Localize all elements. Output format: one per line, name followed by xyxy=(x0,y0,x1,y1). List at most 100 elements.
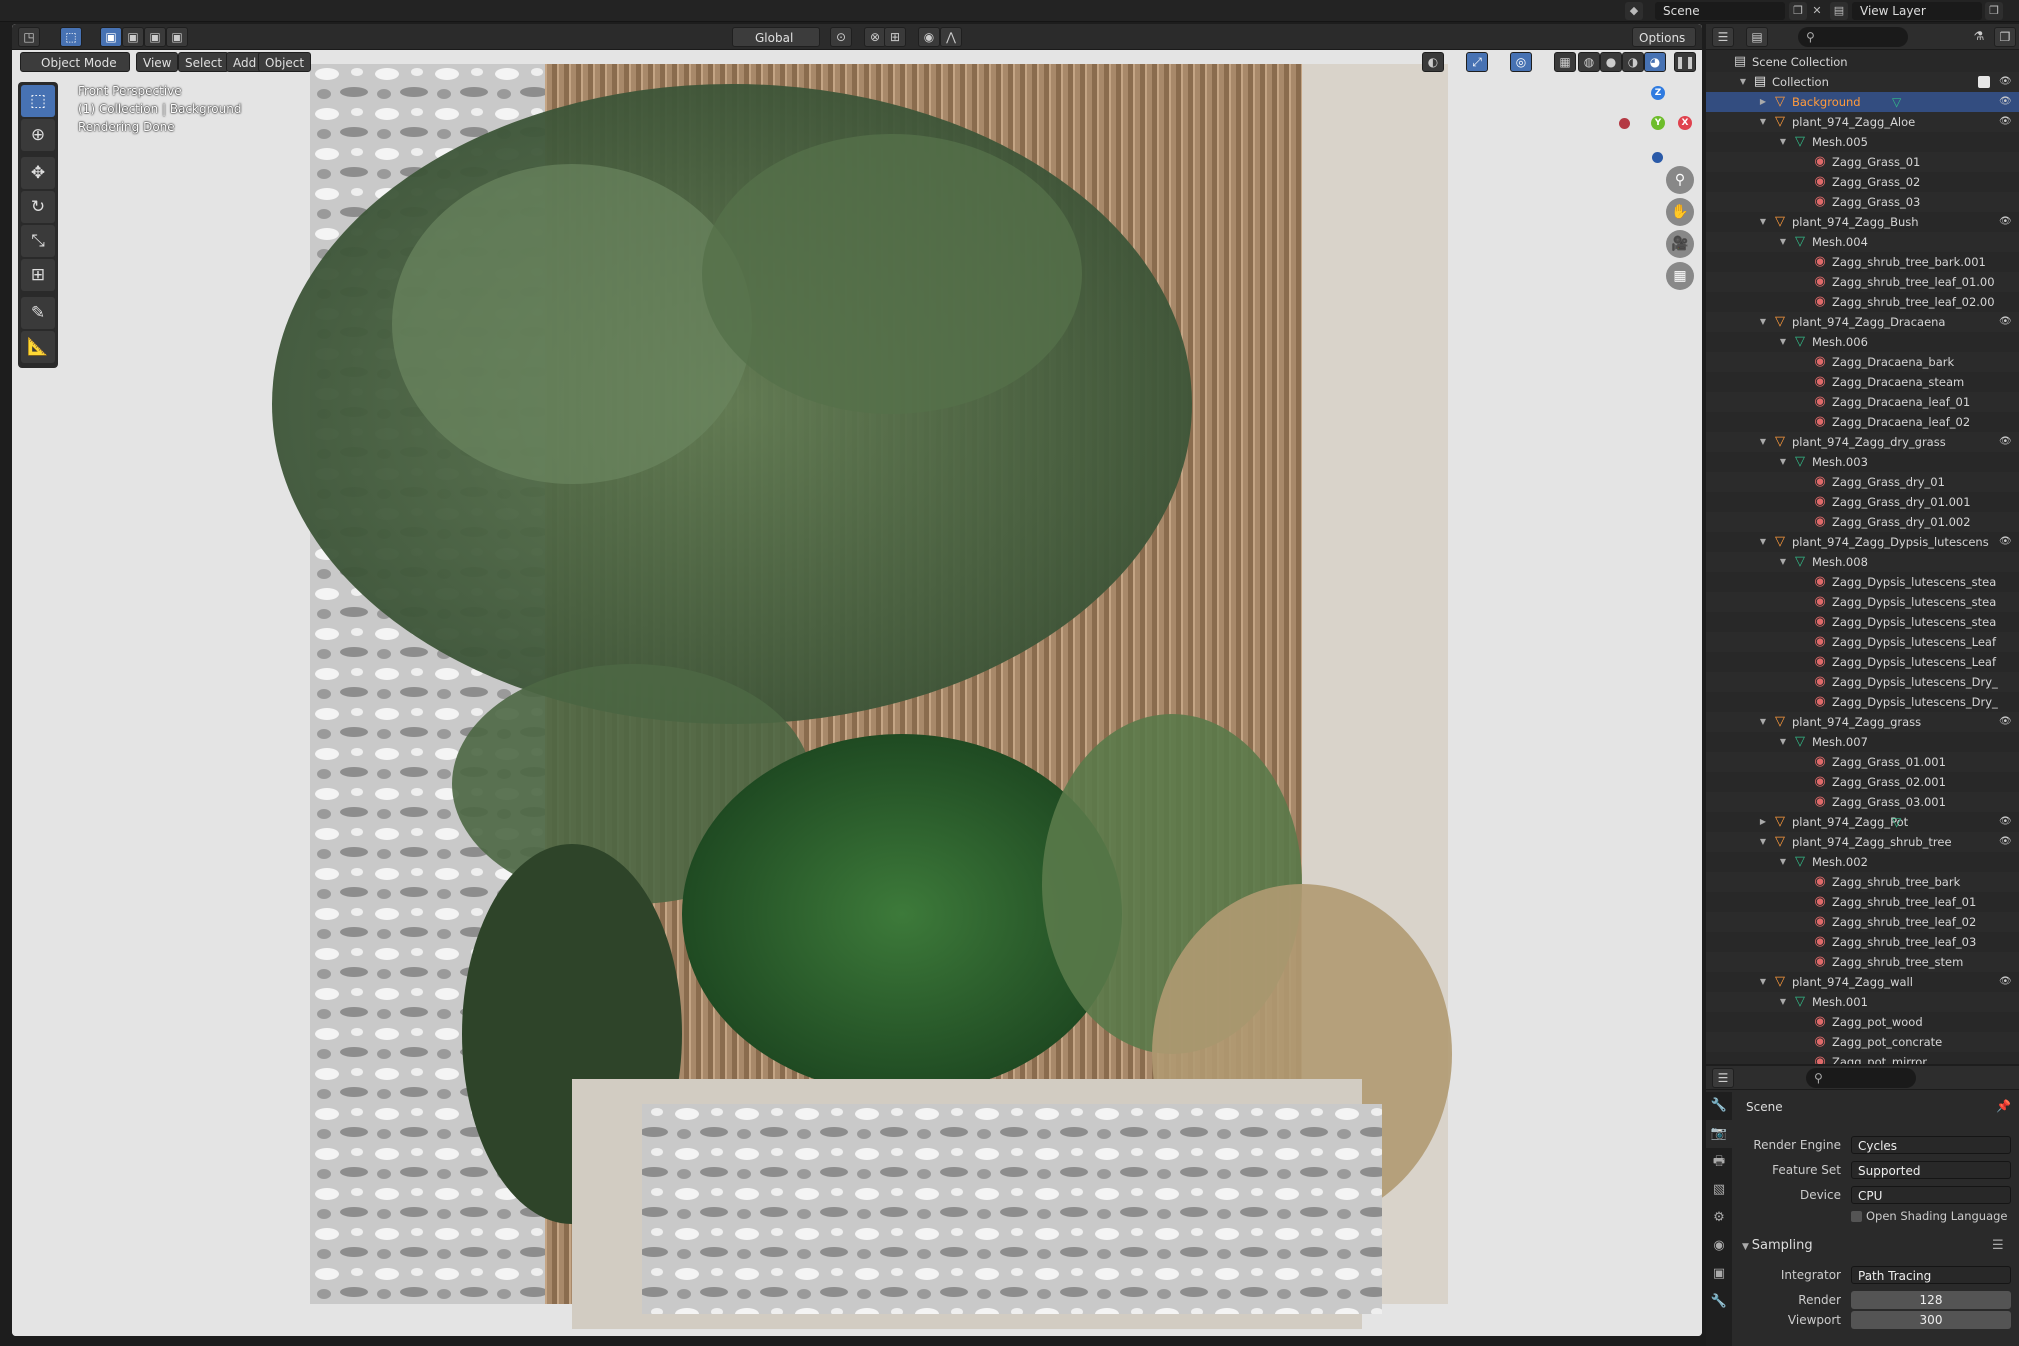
expand-arrow-down-icon[interactable]: ▼ xyxy=(1758,112,1768,132)
outliner-material-row[interactable]: ◉ Zagg_shrub_tree_bark.001 xyxy=(1706,252,2019,272)
outliner-material-row[interactable]: ◉ Zagg_Grass_dry_01.002 xyxy=(1706,512,2019,532)
outliner-material-row[interactable]: ◉ Zagg_Dracaena_steam xyxy=(1706,372,2019,392)
view-layer-tab-icon[interactable]: ▧ xyxy=(1706,1176,1732,1204)
osl-checkbox[interactable] xyxy=(1851,1211,1862,1222)
sampling-panel-header[interactable]: ▼ Sampling ☰ xyxy=(1732,1234,2019,1258)
outliner-material-row[interactable]: ◉ Zagg_Dypsis_lutescens_Leaf xyxy=(1706,652,2019,672)
expand-arrow-down-icon[interactable]: ▼ xyxy=(1778,552,1788,572)
rotate-tool-icon[interactable]: ↻ xyxy=(21,191,55,223)
outliner-object-row[interactable]: ▼ ▽ plant_974_Zagg_Bush 👁 xyxy=(1706,212,2019,232)
outliner-object-row[interactable]: ▶ ▽ Background ▽ 👁 xyxy=(1706,92,2019,112)
outliner-search-input[interactable]: ⚲ xyxy=(1798,27,1908,47)
expand-arrow-down-icon[interactable]: ▼ xyxy=(1778,332,1788,352)
visibility-eye-icon[interactable]: 👁 xyxy=(1999,712,2012,732)
display-mode-icon[interactable]: ▤ xyxy=(1746,27,1768,47)
outliner-object-row[interactable]: ▤ Scene Collection xyxy=(1706,52,2019,72)
outliner-object-row[interactable]: ▼ ▽ plant_974_Zagg_Aloe 👁 xyxy=(1706,112,2019,132)
mode-subtract-icon[interactable]: ▣ xyxy=(144,27,166,47)
new-scene-icon[interactable]: ❐ xyxy=(1789,2,1807,20)
expand-arrow-down-icon[interactable]: ▼ xyxy=(1778,132,1788,152)
outliner-material-row[interactable]: ◉ Zagg_Grass_dry_01.001 xyxy=(1706,492,2019,512)
visibility-eye-icon[interactable]: 👁 xyxy=(1999,832,2012,852)
outliner-material-row[interactable]: ◉ Zagg_shrub_tree_bark xyxy=(1706,872,2019,892)
mode-set-icon[interactable]: ▣ xyxy=(100,27,122,47)
overlay-toggle-icon[interactable]: ◎ xyxy=(1510,52,1532,72)
outliner-material-row[interactable]: ◉ Zagg_shrub_tree_leaf_01 xyxy=(1706,892,2019,912)
exclude-checkbox[interactable] xyxy=(1978,76,1990,88)
ortho-grid-icon[interactable]: ▦ xyxy=(1666,262,1694,290)
expand-arrow-right-icon[interactable]: ▶ xyxy=(1758,812,1768,832)
outliner-object-row[interactable]: ▼ ▽ plant_974_Zagg_dry_grass 👁 xyxy=(1706,432,2019,452)
transform-tool-icon[interactable]: ⊞ xyxy=(21,259,55,291)
outliner-material-row[interactable]: ◉ Zagg_shrub_tree_leaf_02.00 xyxy=(1706,292,2019,312)
outliner-material-row[interactable]: ◉ Zagg_Dypsis_lutescens_Dry_ xyxy=(1706,692,2019,712)
outliner-object-row[interactable]: ▼ ▤ Collection 👁 xyxy=(1706,72,2019,92)
snap-icon[interactable]: ⊗ xyxy=(864,27,886,47)
pin-icon[interactable]: 📌 xyxy=(1996,1099,2011,1113)
expand-arrow-down-icon[interactable]: ▼ xyxy=(1758,972,1768,992)
filter-icon[interactable]: ⚗ xyxy=(1968,27,1990,47)
tool-tab-icon[interactable]: 🔧 xyxy=(1706,1092,1732,1120)
outliner-material-row[interactable]: ◉ Zagg_pot_wood xyxy=(1706,1012,2019,1032)
outliner-material-row[interactable]: ◉ Zagg_shrub_tree_stem xyxy=(1706,952,2019,972)
integrator-dropdown[interactable]: Path Tracing xyxy=(1851,1266,2011,1284)
solid-shading-icon[interactable]: ● xyxy=(1600,52,1622,72)
expand-arrow-right-icon[interactable]: ▶ xyxy=(1758,92,1768,112)
world-tab-icon[interactable]: ◉ xyxy=(1706,1232,1732,1260)
scene-tab-icon[interactable]: ⚙ xyxy=(1706,1204,1732,1232)
visibility-eye-icon[interactable]: 👁 xyxy=(1999,432,2012,452)
annotate-tool-icon[interactable]: ✎ xyxy=(21,297,55,329)
editor-type-icon[interactable]: ◳ xyxy=(18,27,40,47)
pause-render-icon[interactable]: ❚❚ xyxy=(1674,52,1696,72)
outliner-mesh-row[interactable]: ▼ ▽ Mesh.007 xyxy=(1706,732,2019,752)
list-icon[interactable]: ☰ xyxy=(1992,1234,2004,1258)
outliner-material-row[interactable]: ◉ Zagg_Dracaena_leaf_02 xyxy=(1706,412,2019,432)
view-layer-selector[interactable]: View Layer xyxy=(1852,2,1982,20)
render-samples-field[interactable]: 128 xyxy=(1851,1291,2011,1309)
menu-select[interactable]: Select xyxy=(178,52,230,72)
select-box-icon[interactable]: ⬚ xyxy=(60,27,82,47)
outliner-material-row[interactable]: ◉ Zagg_Dypsis_lutescens_Leaf xyxy=(1706,632,2019,652)
outliner-material-row[interactable]: ◉ Zagg_Grass_01.001 xyxy=(1706,752,2019,772)
material-shading-icon[interactable]: ◑ xyxy=(1622,52,1644,72)
expand-arrow-down-icon[interactable]: ▼ xyxy=(1778,452,1788,472)
outliner-material-row[interactable]: ◉ Zagg_Dypsis_lutescens_stea xyxy=(1706,592,2019,612)
mesh-data-icon[interactable]: ▽ xyxy=(1892,812,1901,832)
expand-arrow-down-icon[interactable]: ▼ xyxy=(1738,72,1748,92)
outliner-object-row[interactable]: ▼ ▽ plant_974_Zagg_Dypsis_lutescens 👁 xyxy=(1706,532,2019,552)
visibility-eye-icon[interactable]: 👁 xyxy=(1999,92,2012,112)
outliner-material-row[interactable]: ◉ Zagg_Dypsis_lutescens_Dry_ xyxy=(1706,672,2019,692)
orientation-dropdown[interactable]: Global xyxy=(732,27,820,47)
wireframe-shading-icon[interactable]: ◍ xyxy=(1578,52,1600,72)
expand-arrow-down-icon[interactable]: ▼ xyxy=(1778,852,1788,872)
move-tool-icon[interactable]: ✥ xyxy=(21,157,55,189)
expand-arrow-down-icon[interactable]: ▼ xyxy=(1778,992,1788,1012)
outliner-material-row[interactable]: ◉ Zagg_shrub_tree_leaf_03 xyxy=(1706,932,2019,952)
outliner-mesh-row[interactable]: ▼ ▽ Mesh.003 xyxy=(1706,452,2019,472)
new-collection-icon[interactable]: ❐ xyxy=(1994,27,2016,47)
visibility-eye-icon[interactable]: 👁 xyxy=(1999,972,2012,992)
output-tab-icon[interactable]: 🖶 xyxy=(1706,1148,1732,1176)
gizmo-y-axis[interactable]: Y xyxy=(1651,116,1665,130)
outliner-object-row[interactable]: ▶ ▽ plant_974_Zagg_Pot ▽ 👁 xyxy=(1706,812,2019,832)
expand-arrow-down-icon[interactable]: ▼ xyxy=(1778,732,1788,752)
properties-search-input[interactable]: ⚲ xyxy=(1806,1068,1916,1088)
outliner-material-row[interactable]: ◉ Zagg_shrub_tree_leaf_01.00 xyxy=(1706,272,2019,292)
zoom-icon[interactable]: ⚲ xyxy=(1666,166,1694,194)
outliner-object-row[interactable]: ▼ ▽ plant_974_Zagg_wall 👁 xyxy=(1706,972,2019,992)
properties-editor-type-icon[interactable]: ☰ xyxy=(1712,1068,1734,1088)
outliner-mesh-row[interactable]: ▼ ▽ Mesh.002 xyxy=(1706,852,2019,872)
expand-arrow-down-icon[interactable]: ▼ xyxy=(1778,232,1788,252)
outliner-mesh-row[interactable]: ▼ ▽ Mesh.001 xyxy=(1706,992,2019,1012)
gizmo-neg-z[interactable] xyxy=(1652,152,1663,163)
close-scene-icon[interactable]: ✕ xyxy=(1808,2,1826,20)
gizmo-x-axis[interactable]: X xyxy=(1678,116,1692,130)
camera-view-icon[interactable]: 🎥 xyxy=(1666,230,1694,258)
feature-set-dropdown[interactable]: Supported xyxy=(1851,1161,2011,1179)
outliner-mesh-row[interactable]: ▼ ▽ Mesh.006 xyxy=(1706,332,2019,352)
render-engine-dropdown[interactable]: Cycles xyxy=(1851,1136,2011,1154)
object-tab-icon[interactable]: ▣ xyxy=(1706,1260,1732,1288)
gizmo-neg-x[interactable] xyxy=(1619,118,1630,129)
visibility-eye-icon[interactable]: 👁 xyxy=(1999,212,2012,232)
expand-arrow-down-icon[interactable]: ▼ xyxy=(1758,532,1768,552)
